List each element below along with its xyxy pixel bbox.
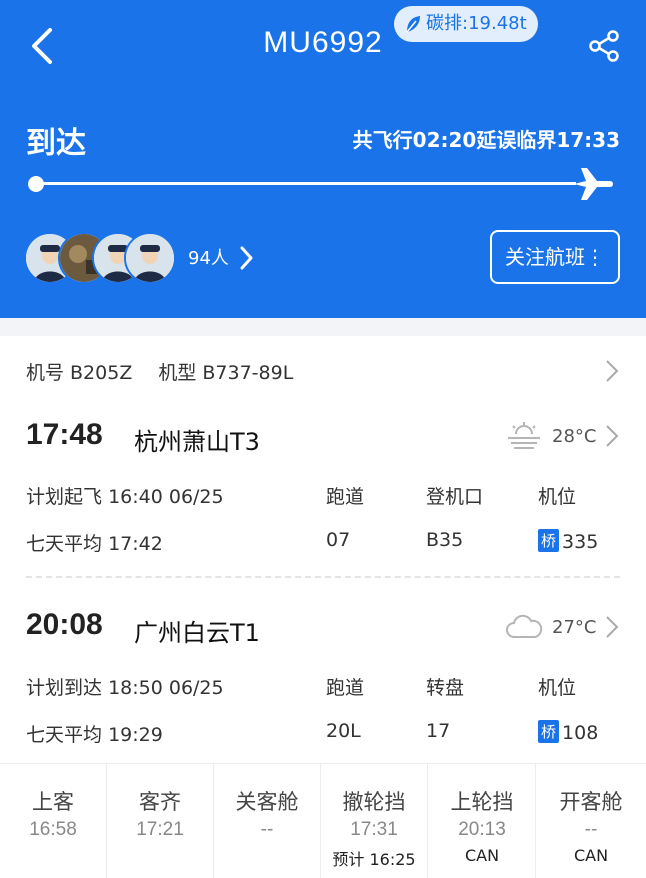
chevron-right-icon[interactable] — [604, 358, 620, 384]
arrival-time: 20:08 — [26, 608, 103, 641]
flight-progress-dot — [28, 176, 44, 192]
stage-time: 17:31 — [350, 819, 398, 840]
runway-label: 跑道 — [326, 486, 365, 508]
carbon-badge[interactable]: 碳排:19.48t — [394, 6, 538, 42]
gate-value: B35 — [426, 529, 464, 551]
stage-label: 上轮挡 — [450, 790, 514, 814]
arrival-temperature: 27°C — [552, 617, 597, 638]
stage-boarding-complete[interactable]: 客齐 17:21 — [107, 764, 214, 878]
stage-chocks-off[interactable]: 撤轮挡 17:31 预计 16:25 — [321, 764, 428, 878]
sched-value: 18:50 06/25 — [108, 677, 224, 699]
gate-label: 登机口 — [426, 486, 484, 508]
plane-icon — [574, 168, 613, 200]
stage-boarding[interactable]: 上客 16:58 — [0, 764, 107, 878]
type-label: 机型 — [158, 362, 197, 384]
departure-seven-day-avg: 七天平均 17:42 — [26, 529, 163, 556]
arrival-seven-day-avg: 七天平均 19:29 — [26, 720, 163, 747]
runway-value: 20L — [326, 720, 361, 742]
bridge-badge: 桥 — [538, 529, 560, 552]
stand-number: 335 — [562, 531, 599, 553]
stage-chocks-on[interactable]: 上轮挡 20:13 CAN — [429, 764, 536, 878]
departure-airport[interactable]: 杭州萧山T3 — [134, 422, 260, 457]
passenger-count[interactable]: 94人 — [188, 244, 229, 270]
carousel-label: 转盘 — [426, 677, 465, 699]
passenger-avatars[interactable] — [24, 232, 184, 284]
type-value: B737-89L — [202, 362, 294, 384]
chevron-right-icon[interactable] — [236, 244, 256, 272]
sun-haze-icon — [508, 422, 540, 449]
sched-label: 计划起飞 — [26, 486, 103, 508]
stage-label: 上客 — [32, 790, 74, 814]
share-icon[interactable] — [586, 28, 622, 64]
avg-value: 19:29 — [108, 724, 163, 746]
departure-scheduled: 计划起飞 16:40 06/25 — [26, 482, 224, 509]
avg-label: 七天平均 — [26, 724, 103, 746]
chevron-right-icon[interactable] — [604, 614, 620, 640]
reg-label: 机号 — [26, 362, 65, 384]
flight-status: 到达 — [26, 126, 86, 161]
stage-cabin-close[interactable]: 关客舱 -- — [214, 764, 321, 878]
flight-number-title: MU6992 — [263, 26, 383, 59]
stage-note: CAN — [573, 846, 609, 865]
cloud-icon — [506, 614, 543, 638]
stage-time: -- — [584, 819, 598, 840]
stage-label: 客齐 — [139, 790, 181, 814]
avg-value: 17:42 — [108, 533, 163, 555]
carousel-value: 17 — [426, 720, 451, 742]
stage-time: 17:21 — [136, 819, 184, 840]
stage-time: -- — [260, 819, 274, 840]
stage-label: 开客舱 — [559, 790, 623, 814]
flight-detail-card: 机号 B205Z 机型 B737-89L 17:48 杭州萧山T3 28°C 计划起飞… — [0, 336, 646, 878]
departure-temperature: 28°C — [552, 426, 597, 447]
avg-label: 七天平均 — [26, 533, 103, 555]
stand-label: 机位 — [538, 677, 577, 699]
leaf-icon — [406, 16, 420, 33]
stage-cabin-open[interactable]: 开客舱 -- CAN — [536, 764, 646, 878]
chevron-right-icon[interactable] — [604, 423, 620, 449]
stage-time: 20:13 — [458, 819, 506, 840]
flight-progress-track — [36, 182, 576, 185]
sched-label: 计划到达 — [26, 677, 103, 699]
stage-note: 预计 16:25 — [332, 850, 416, 869]
flight-duration-info: 共飞行02:20延误临界17:33 — [352, 128, 620, 152]
sched-value: 16:40 06/25 — [108, 486, 224, 508]
arrival-scheduled: 计划到达 18:50 06/25 — [26, 673, 224, 700]
ground-stage-bar: 上客 16:58 客齐 17:21 关客舱 -- 撤轮挡 17:31 预计 16… — [0, 763, 646, 878]
stand-value: 桥 108 — [538, 720, 598, 744]
stage-note: CAN — [464, 846, 500, 865]
section-divider — [26, 576, 620, 578]
runway-value: 07 — [326, 529, 351, 551]
stage-label: 关客舱 — [235, 790, 299, 814]
carbon-text: 碳排:19.48t — [426, 13, 527, 34]
bridge-badge: 桥 — [538, 720, 560, 743]
stand-number: 108 — [562, 722, 599, 744]
reg-value: B205Z — [70, 362, 133, 384]
stand-value: 桥 335 — [538, 529, 598, 553]
stage-label: 撤轮挡 — [342, 790, 406, 814]
avatar — [124, 232, 176, 284]
stage-time: 16:58 — [29, 819, 77, 840]
follow-flight-button[interactable]: 关注航班⋮ — [490, 230, 620, 284]
runway-label: 跑道 — [326, 677, 365, 699]
stand-label: 机位 — [538, 486, 577, 508]
flight-header: MU6992 碳排:19.48t 到达 共飞行02:20延误临界17:33 94… — [0, 0, 646, 318]
arrival-airport[interactable]: 广州白云T1 — [134, 613, 260, 648]
aircraft-info-row[interactable]: 机号 B205Z 机型 B737-89L — [26, 358, 299, 385]
departure-time: 17:48 — [26, 418, 103, 451]
